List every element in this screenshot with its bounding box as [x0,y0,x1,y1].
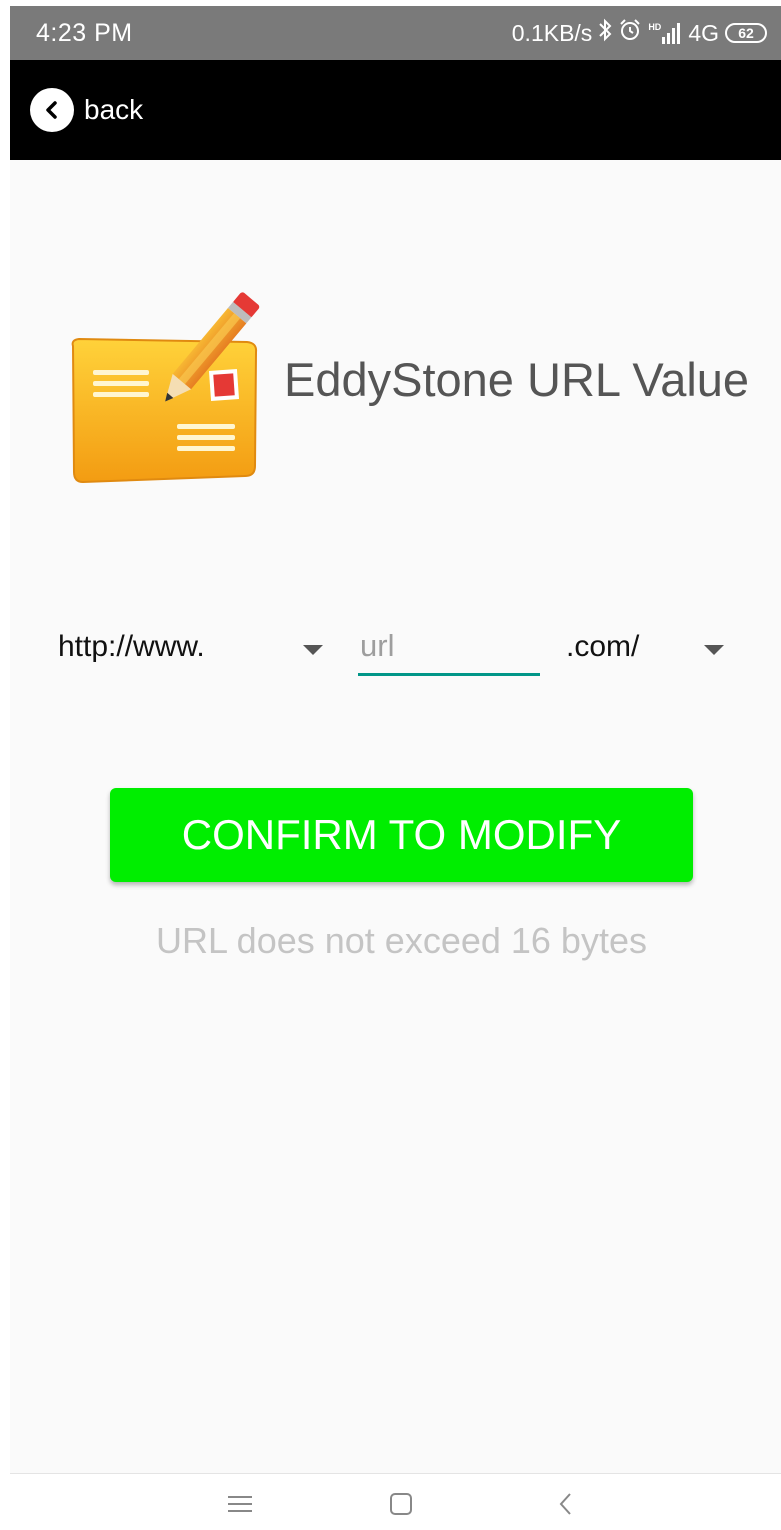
app-screen: 4:23 PM 0.1KB/s HD 4G 62 back EddyStone … [10,6,781,1530]
action-bar: back [10,60,781,160]
network-type: 4G [688,19,719,46]
hd-label: HD [648,22,662,32]
url-suffix-value: .com/ [566,630,640,663]
system-back-button[interactable] [538,1484,594,1528]
status-icons: 0.1KB/s HD 4G 62 [512,18,767,48]
status-time: 4:23 PM [36,19,133,47]
menu-icon [227,1494,253,1519]
chevron-left-circle-icon [30,88,74,132]
page-title: EddyStone URL Value [284,353,750,406]
envelope-with-pencil-icon [65,284,265,484]
cell-signal-icon: HD [648,22,682,44]
home-button[interactable] [373,1484,429,1528]
system-nav-bar [10,1474,781,1530]
status-bar: 4:23 PM 0.1KB/s HD 4G 62 [10,6,781,60]
url-prefix-value: http://www. [58,630,205,663]
url-input[interactable] [358,618,540,676]
network-speed: 0.1KB/s [511,19,593,46]
back-button[interactable]: back [30,88,143,132]
dropdown-arrow-icon [704,645,724,655]
dropdown-arrow-icon [303,645,323,655]
home-square-icon [388,1491,414,1522]
bluetooth-icon [598,18,612,48]
url-length-hint: URL does not exceed 16 bytes [156,920,647,961]
back-chevron-icon [556,1491,576,1522]
url-prefix-dropdown[interactable]: http://www. [58,618,323,678]
confirm-modify-button[interactable]: CONFIRM TO MODIFY [110,788,693,882]
back-label: back [84,94,144,125]
alarm-clock-icon [618,18,642,48]
url-suffix-dropdown[interactable]: .com/ [566,618,724,678]
menu-button[interactable] [212,1484,268,1528]
battery-indicator: 62 [725,23,767,43]
